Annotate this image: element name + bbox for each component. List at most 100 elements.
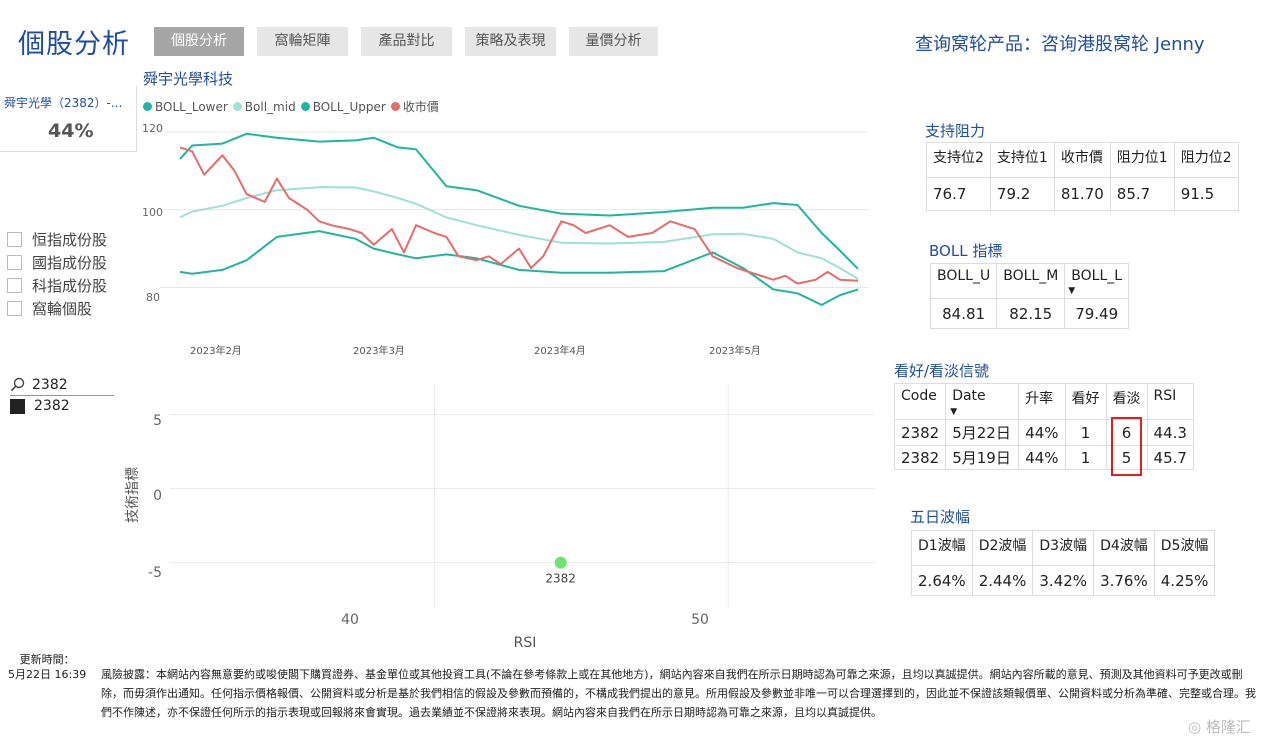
slicer-item-label: 2382 [34,398,70,414]
legend-dot [143,102,152,111]
tab-stock-analysis[interactable]: 個股分析 [154,27,244,56]
table-cell: 3.42% [1032,565,1095,596]
legend-label: BOLL_Lower [155,99,228,114]
table-header: 看好 [1064,383,1107,420]
checkbox[interactable] [7,255,22,270]
filter-label: 恒指成份股 [32,231,108,249]
support-title: 支持阻力 [925,122,986,140]
slicer-item[interactable]: 2382 [10,398,70,414]
selected-square-icon [10,398,25,414]
y-axis-label: 技術指標 [125,467,141,523]
signal-title: 看好/看淡信號 [894,362,990,380]
table-cell: 2.44% [971,565,1034,596]
point-label: 2382 [545,572,576,586]
header-label: Date [952,388,986,404]
table-cell: 5月22日 [945,419,1020,446]
legend-item: BOLL_Upper [300,98,386,115]
page-title: 個股分析 [18,29,130,60]
tab-volume-price[interactable]: 量價分析 [569,27,658,56]
series-line-收市價 [179,146,859,285]
x-tick-label: 50 [691,612,709,628]
table-cell: 5月19日 [945,445,1020,470]
volatility-title: 五日波幅 [910,508,971,526]
filter-label: 科指成份股 [32,277,108,295]
table-cell: 44% [1018,419,1066,446]
table-header: D1波幅 [911,530,973,566]
legend-dot [232,102,242,111]
risk-disclaimer: 風險披露：本網站內容無意要約或唆使閣下購買證券、基金單位或其他投資工具(不論在參… [101,668,1256,719]
table-header-sorted[interactable]: Date ▼ [945,383,1020,420]
stock-card-value: 44% [48,120,94,142]
filter-hstech[interactable]: 科指成份股 [7,274,107,297]
x-tick-label: 2023年2月 [190,344,242,357]
filter-label: 窩輪個股 [32,300,93,318]
header-label: BOLL_L [1071,268,1123,284]
watermark-logo: ◎ 格隆汇 [1188,718,1251,736]
table-cell: 44.3 [1146,419,1194,446]
highlight-box [1111,417,1142,476]
update-label: 更新時間： [19,653,75,666]
filter-hscei[interactable]: 國指成份股 [7,251,107,274]
boll-chart-legend: BOLL_Lower Boll_mid BOLL_Upper 收市價 [143,98,444,115]
table-row: 2382 5月19日 44% 1 5 45.7 [893,445,1194,470]
stock-card-name: 舜宇光學（2382）-... [4,96,123,110]
table-cell: 79.2 [989,177,1055,211]
tab-bar: 個股分析 窩輪矩陣 產品對比 策略及表現 量價分析 [154,27,671,56]
x-tick-label: 2023年4月 [534,344,586,357]
table-header: D3波幅 [1032,530,1095,566]
checkbox[interactable] [7,232,22,247]
x-tick-label: 40 [341,612,359,628]
table-header: 阻力位1 [1109,142,1175,178]
legend-label: 收市價 [402,100,439,114]
table-header: 收市價 [1053,142,1111,178]
checkbox[interactable] [7,278,22,293]
table-header: Code [893,383,947,420]
y-tick-label: 80 [146,291,160,304]
legend-dot [390,102,400,111]
series-line-BOLL_Lower [179,230,859,306]
table-cell: 1 [1064,445,1107,470]
tab-warrant-matrix[interactable]: 窩輪矩陣 [257,27,348,56]
legend-item: Boll_mid [232,98,296,115]
rsi-scatter-chart: 技術指標 RSI 5 0 -5 40 50 2382 [125,385,875,651]
table-row: 2382 5月22日 44% 1 6 44.3 [893,419,1194,446]
table-cell: 44% [1018,445,1066,470]
boll-table: BOLL_U BOLL_M BOLL_L ▼ 84.81 82.15 79.49 [929,263,1130,329]
filter-hsi[interactable]: 恒指成份股 [7,228,107,251]
legend-label: BOLL_Upper [312,99,386,114]
x-tick-label: 2023年3月 [353,344,405,357]
table-cell: 1 [1064,419,1107,446]
legend-item: BOLL_Lower [143,98,228,115]
table-cell: 3.76% [1093,565,1155,596]
y-tick-label: 5 [153,413,162,429]
tab-strategy[interactable]: 策略及表現 [465,27,556,56]
y-tick-label: -5 [148,565,162,581]
table-cell: 82.15 [996,298,1066,329]
table-cell: 81.70 [1053,177,1111,211]
update-value: 5月22日 16:39 [8,668,87,681]
checkbox[interactable] [7,301,22,316]
table-header: BOLL_M [996,263,1066,299]
tab-product-compare[interactable]: 產品對比 [361,27,452,56]
y-tick-label: 120 [142,122,163,135]
y-tick-label: 0 [153,488,162,504]
filter-warrant-stocks[interactable]: 窩輪個股 [7,297,107,320]
scatter-point [554,556,567,569]
search-icon [10,377,25,392]
table-header: BOLL_U [929,263,998,299]
query-warrant-link[interactable]: 查询窝轮产品：咨询港股窝轮 Jenny [915,30,1205,56]
table-cell: 2382 [893,419,947,446]
search-value: 2382 [32,377,68,393]
table-header: D2波幅 [971,530,1034,566]
legend-label: Boll_mid [244,99,296,114]
x-tick-label: 2023年5月 [709,344,761,357]
table-header-sorted[interactable]: BOLL_L ▼ [1064,263,1130,299]
search-input[interactable]: 2382 [10,375,114,396]
table-header: 看淡 [1105,383,1148,420]
table-header: 支持位1 [989,142,1055,178]
legend-item: 收市價 [390,98,439,115]
table-cell: 85.7 [1109,177,1175,211]
filter-label: 國指成份股 [32,254,108,272]
table-cell: 76.7 [926,177,991,211]
boll-title: BOLL 指標 [929,242,1003,260]
